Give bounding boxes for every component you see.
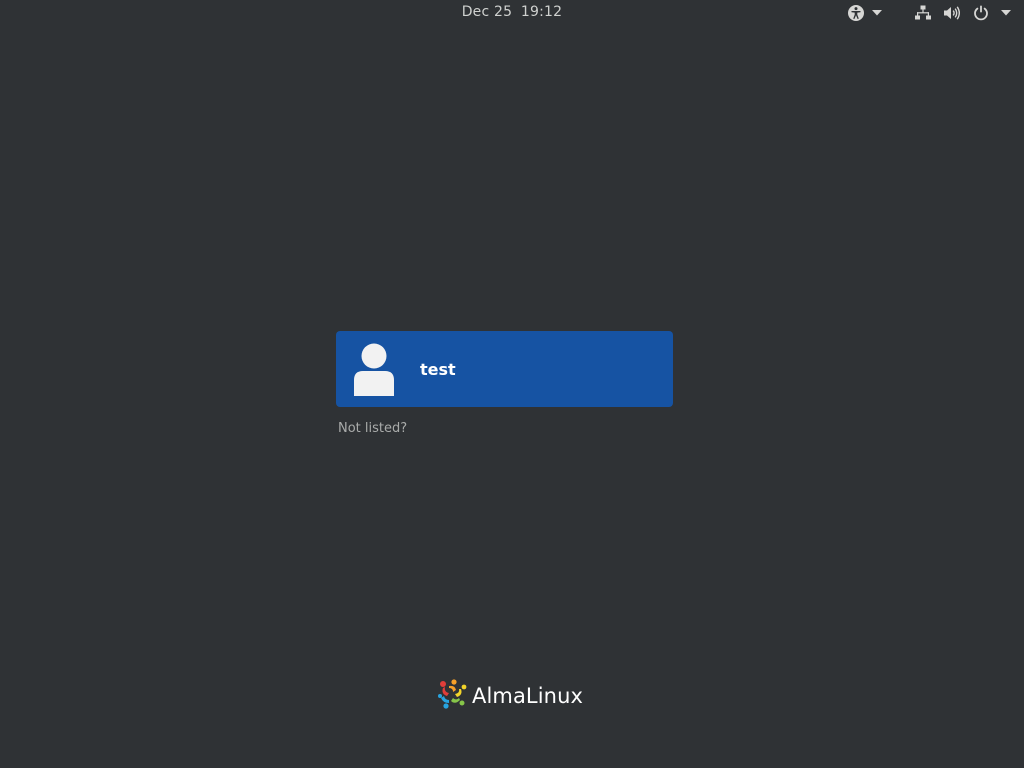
network-wired-icon [914, 4, 932, 22]
login-screen: Dec 25 19:12 test Not listed? AlmaLinux [0, 0, 1024, 768]
volume-icon [943, 4, 961, 22]
power-icon [972, 4, 990, 22]
user-list: test Not listed? [336, 331, 673, 436]
accessibility-menu[interactable] [847, 4, 882, 22]
system-menu[interactable] [914, 4, 1011, 22]
user-name: test [420, 359, 456, 379]
almalinux-logo: AlmaLinux [437, 679, 584, 713]
clock-date: Dec 25 [461, 4, 513, 20]
almalinux-logo-text: AlmaLinux [472, 684, 584, 708]
user-item-test[interactable]: test [336, 331, 673, 407]
chevron-down-icon [872, 10, 882, 16]
not-listed-link[interactable]: Not listed? [338, 421, 407, 436]
almalinux-logo-icon [437, 679, 467, 713]
accessibility-icon [847, 4, 865, 22]
chevron-down-icon [1001, 10, 1011, 16]
user-avatar-icon [352, 342, 396, 396]
clock-time: 19:12 [520, 4, 563, 20]
top-panel: Dec 25 19:12 [0, 0, 1024, 26]
